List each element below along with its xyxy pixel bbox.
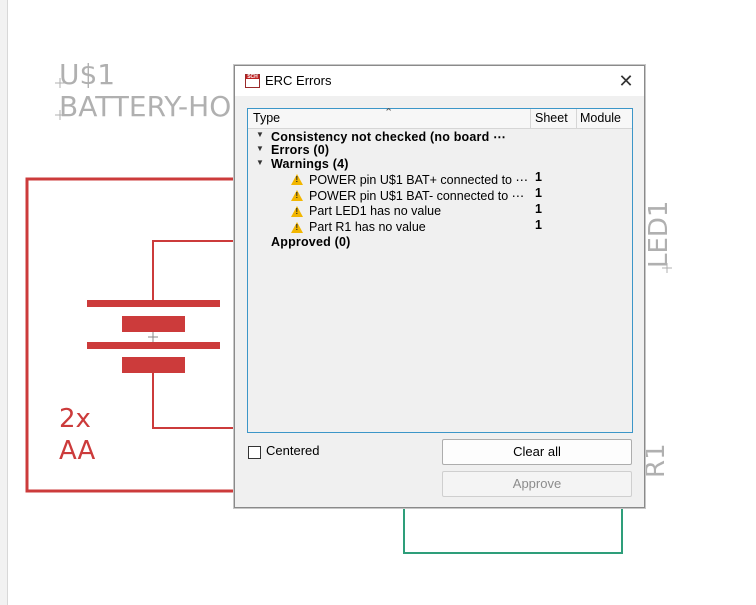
battery-origin-cross [148, 332, 158, 342]
expand-arrow-icon[interactable]: ▼ [256, 158, 264, 167]
warning-sheet: 1 [535, 186, 542, 200]
battery-count-label: 2x [59, 404, 91, 434]
warning-row[interactable]: ! POWER pin U$1 BAT- connected to ⋯ 1 [248, 186, 632, 204]
green-net-wire [403, 506, 623, 554]
warning-icon: ! [291, 222, 303, 233]
part-name-label: U$1 [59, 58, 116, 91]
expand-arrow-icon[interactable]: ▼ [256, 130, 264, 139]
battery-type-label: AA [59, 436, 96, 466]
warning-row[interactable]: ! Part LED1 has no value 1 [248, 202, 632, 220]
warning-icon: ! [291, 174, 303, 185]
column-header-type[interactable]: Type [253, 111, 280, 125]
dialog-title: ERC Errors [265, 73, 332, 88]
close-icon[interactable]: ✕ [616, 71, 636, 91]
sch-app-icon: SCH [245, 74, 260, 88]
dialog-titlebar[interactable]: SCH ERC Errors ✕ [235, 66, 644, 96]
warning-icon: ! [291, 190, 303, 201]
warning-row[interactable]: ! POWER pin U$1 BAT+ connected to ⋯ 1 [248, 170, 632, 188]
warning-sheet: 1 [535, 170, 542, 184]
warning-sheet: 1 [535, 218, 542, 232]
column-header-sheet[interactable]: Sheet [535, 111, 568, 125]
battery-wire-top [152, 240, 236, 302]
column-separator[interactable] [530, 109, 531, 128]
warning-sheet: 1 [535, 202, 542, 216]
erc-errors-dialog: SCH ERC Errors ✕ Type ⌃ Sheet Module ▼ C… [234, 65, 645, 508]
clear-all-button[interactable]: Clear all [442, 439, 632, 465]
battery-plate-short-2 [122, 357, 185, 373]
battery-wire-bottom [152, 373, 236, 429]
battery-plate-long-2 [87, 342, 220, 349]
sort-ascending-icon: ⌃ [384, 107, 394, 119]
warning-icon: ! [291, 206, 303, 217]
tree-header: Type ⌃ Sheet Module [248, 107, 632, 129]
erc-tree-view[interactable]: Type ⌃ Sheet Module ▼ Consistency not ch… [247, 107, 633, 433]
centered-label[interactable]: Centered [266, 443, 319, 458]
approve-button[interactable]: Approve [442, 471, 632, 497]
column-separator[interactable] [576, 109, 577, 128]
expand-arrow-icon[interactable]: ▼ [256, 144, 264, 153]
warning-row[interactable]: ! Part R1 has no value 1 [248, 218, 632, 236]
centered-checkbox[interactable] [248, 446, 261, 459]
battery-plate-short-1 [122, 316, 185, 332]
resistor-label: R1 [641, 443, 671, 478]
led-label: LED1 [644, 200, 674, 268]
part-value-label: BATTERY-HO [59, 90, 232, 123]
column-header-module[interactable]: Module [580, 111, 621, 125]
battery-plate-long-1 [87, 300, 220, 307]
